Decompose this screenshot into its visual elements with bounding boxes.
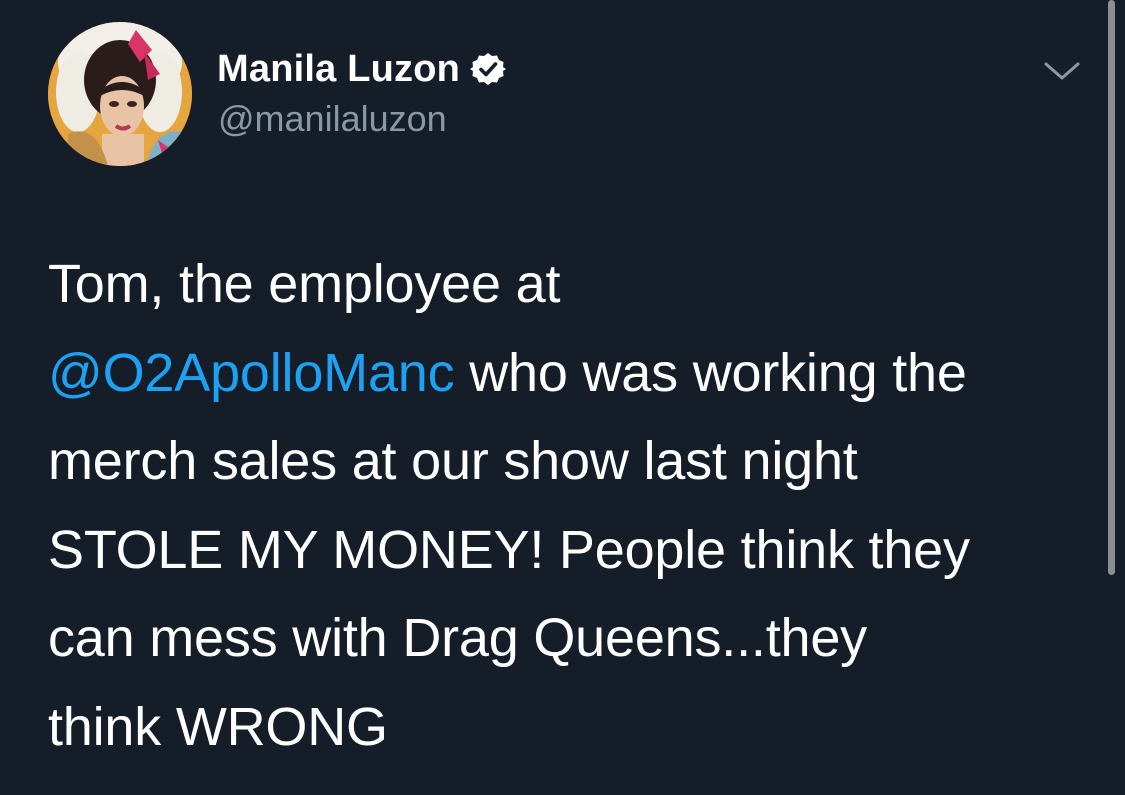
tweet-text-line: @O2ApolloManc who was working the <box>48 329 1098 418</box>
chevron-down-icon[interactable] <box>1040 56 1084 86</box>
tweet-text-line: merch sales at our show last night <box>48 431 858 491</box>
mention-link[interactable]: @O2ApolloManc <box>48 343 455 403</box>
avatar-image <box>48 22 192 166</box>
tweet: Manila Luzon @manilaluzon Tom, the emplo… <box>0 0 1125 795</box>
tweet-text-fragment: who was working the <box>454 342 967 403</box>
avatar[interactable] <box>48 22 192 166</box>
scrollbar[interactable] <box>1108 0 1115 575</box>
verified-badge-icon <box>470 51 507 87</box>
tweet-text: Tom, the employee at @O2ApolloManc who w… <box>48 240 1098 771</box>
author-name-row[interactable]: Manila Luzon <box>217 46 507 92</box>
tweet-text-line: think WRONG <box>48 696 388 757</box>
tweet-text-line: can mess with Drag Queens...they <box>48 608 867 668</box>
tweet-text-line: STOLE MY MONEY! People think they <box>48 519 970 580</box>
tweet-text-line: Tom, the employee at <box>48 254 561 314</box>
author-handle[interactable]: @manilaluzon <box>218 98 447 140</box>
author-display-name[interactable]: Manila Luzon <box>217 48 460 91</box>
